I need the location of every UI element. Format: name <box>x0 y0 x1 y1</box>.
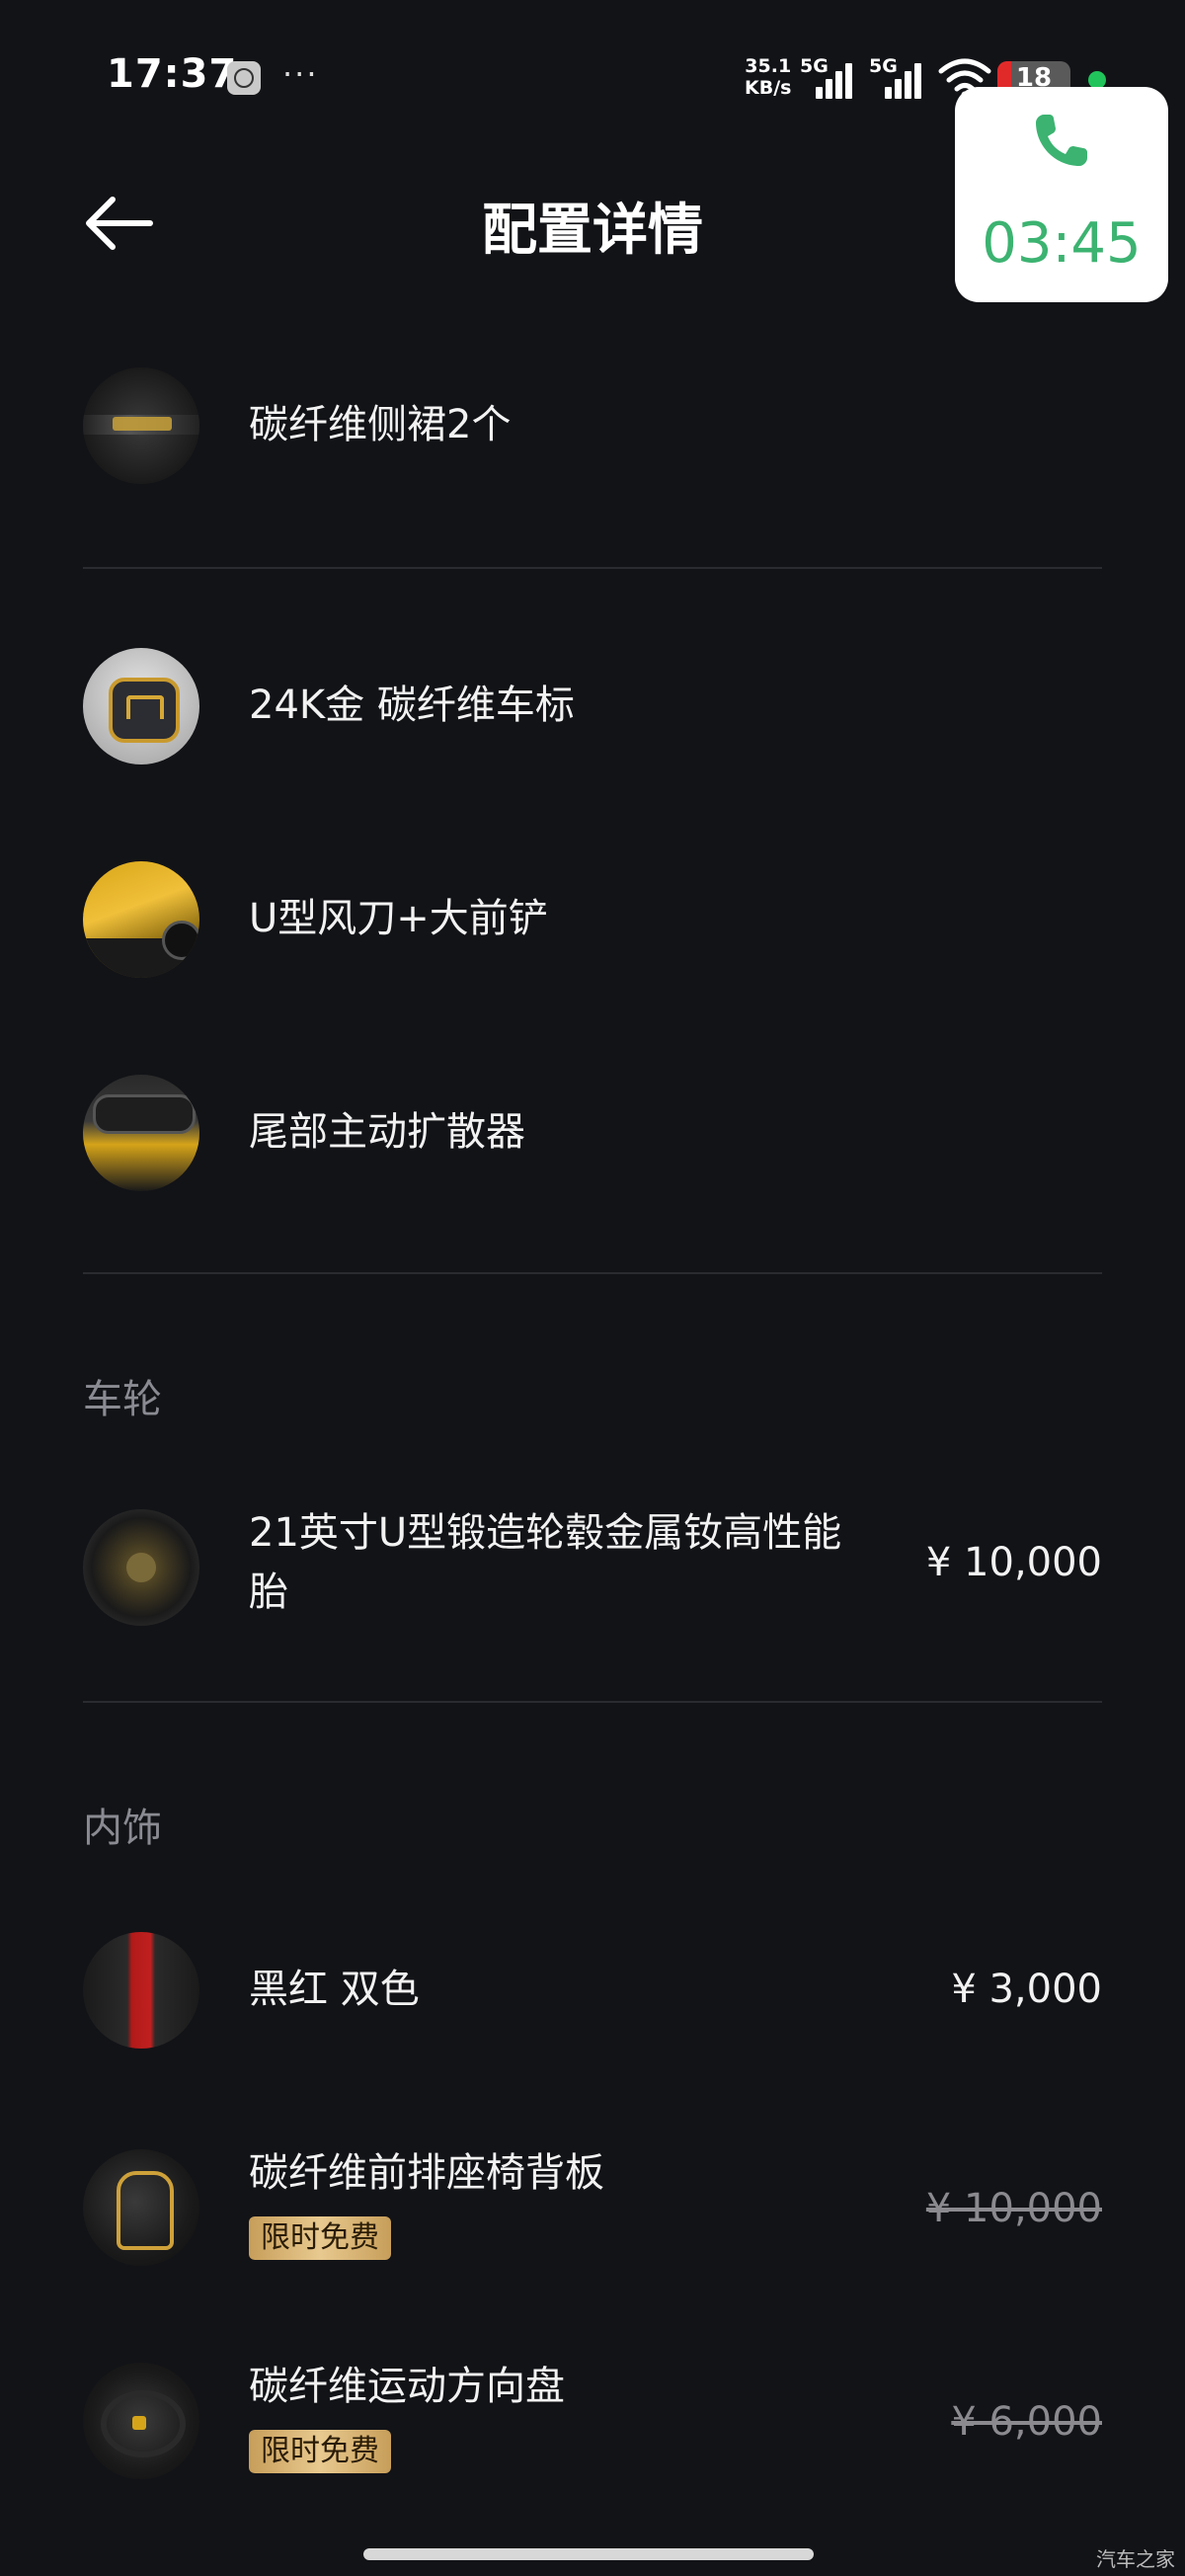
item-label: 尾部主动扩散器 <box>249 1109 525 1155</box>
network-speed-value: 35.1 <box>745 55 792 77</box>
signal-5g-icon-2: 5G <box>869 55 921 99</box>
color-scheme-thumbnail <box>83 1932 199 2049</box>
item-price-struck: ¥ 10,000 <box>925 2186 1102 2231</box>
section-title-wheels: 车轮 <box>83 1377 162 1422</box>
item-label: 碳纤维前排座椅背板 <box>249 2150 604 2196</box>
config-item-steering-wheel[interactable]: 碳纤维运动方向盘 限时免费 ¥ 6,000 <box>83 2357 1102 2485</box>
status-time: 17:37 <box>107 51 238 97</box>
front-blade-thumbnail <box>83 861 199 978</box>
network-speed-unit: KB/s <box>745 77 792 99</box>
phone-icon <box>1036 115 1087 166</box>
divider <box>83 1701 1102 1703</box>
config-item-wheels[interactable]: 21英寸U型锻造轮毂金属钕高性能 胎 ¥ 10,000 <box>83 1503 1102 1632</box>
rear-diffuser-thumbnail <box>83 1075 199 1191</box>
config-item-seat-backs[interactable]: 碳纤维前排座椅背板 限时免费 ¥ 10,000 <box>83 2143 1102 2272</box>
divider <box>83 567 1102 569</box>
config-item-color-scheme[interactable]: 黑红 双色 ¥ 3,000 <box>83 1932 1102 2049</box>
more-notifications-icon: ··· <box>282 55 319 93</box>
watermark: 汽车之家 <box>1096 2547 1175 2571</box>
item-price-struck: ¥ 6,000 <box>951 2399 1102 2445</box>
config-item-side-skirts[interactable]: 碳纤维侧裙2个 <box>83 367 1102 484</box>
gold-logo-thumbnail <box>83 648 199 765</box>
config-item-front-blade[interactable]: U型风刀+大前铲 <box>83 861 1102 978</box>
signal-label-2: 5G <box>869 55 898 77</box>
section-title-interior: 内饰 <box>83 1806 162 1851</box>
seat-back-thumbnail <box>83 2149 199 2266</box>
page-title: 配置详情 <box>482 199 703 263</box>
item-label: 24K金 碳纤维车标 <box>249 683 575 728</box>
item-label: 21英寸U型锻造轮毂金属钕高性能 胎 <box>249 1503 841 1622</box>
signal-5g-icon: 5G <box>800 55 852 99</box>
side-skirt-thumbnail <box>83 367 199 484</box>
item-label-line1: 21英寸U型锻造轮毂金属钕高性能 <box>249 1510 842 1556</box>
network-speed: 35.1 KB/s <box>745 55 791 99</box>
item-price: ¥ 3,000 <box>951 1967 1102 2012</box>
item-label: 碳纤维侧裙2个 <box>249 402 512 447</box>
free-badge: 限时免费 <box>249 2216 391 2260</box>
clock-app-icon <box>227 61 261 95</box>
signal-label: 5G <box>800 55 829 77</box>
config-item-gold-logo[interactable]: 24K金 碳纤维车标 <box>83 648 1102 765</box>
home-indicator[interactable] <box>363 2548 814 2560</box>
config-item-rear-diffuser[interactable]: 尾部主动扩散器 <box>83 1075 1102 1191</box>
divider <box>83 1272 1102 1274</box>
item-label: U型风刀+大前铲 <box>249 896 548 941</box>
item-label: 碳纤维运动方向盘 <box>249 2364 565 2409</box>
wheel-thumbnail <box>83 1509 199 1626</box>
item-price: ¥ 10,000 <box>925 1540 1102 1585</box>
free-badge: 限时免费 <box>249 2430 391 2473</box>
steering-wheel-thumbnail <box>83 2363 199 2479</box>
item-label: 黑红 双色 <box>249 1967 420 2012</box>
item-label-line2: 胎 <box>249 1570 288 1615</box>
